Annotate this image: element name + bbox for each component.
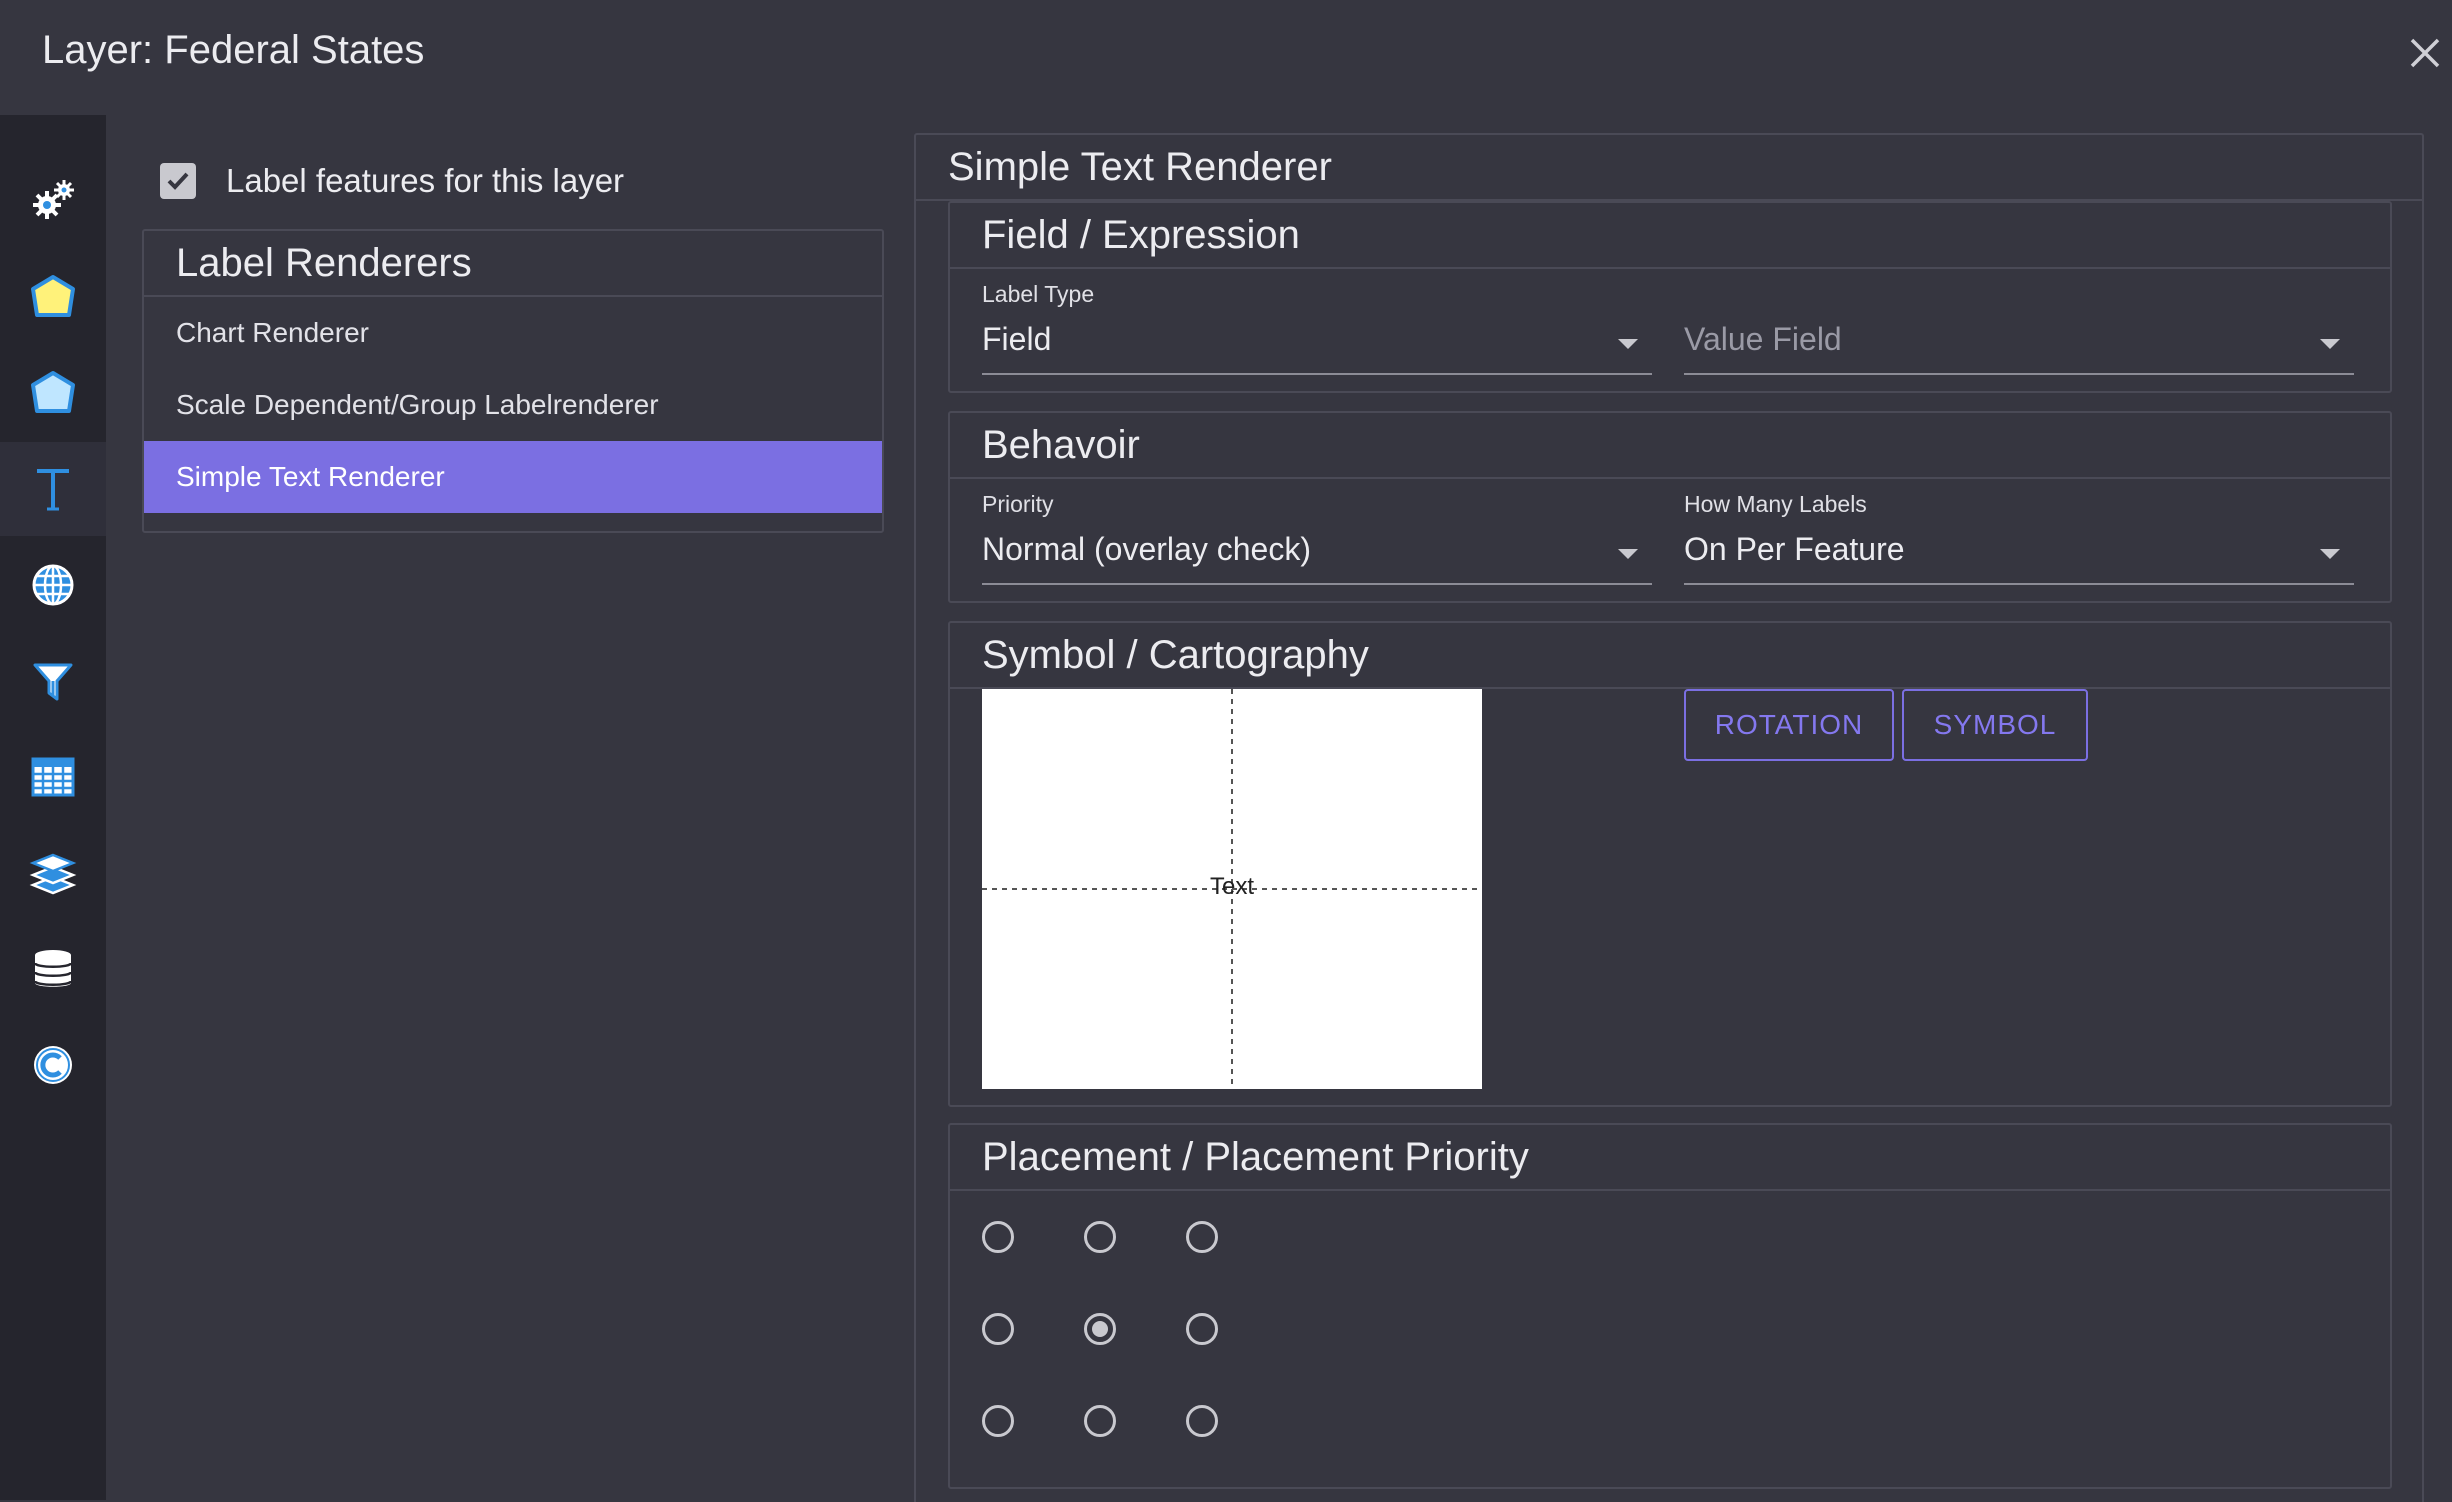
sidebar-item-data-source[interactable] xyxy=(0,922,106,1016)
value-field-select[interactable]: Value Field xyxy=(1684,269,2354,375)
sidebar-item-table[interactable] xyxy=(0,730,106,824)
renderer-item-scale-dependent[interactable]: Scale Dependent/Group Labelrenderer xyxy=(144,369,882,441)
field-underline xyxy=(1684,583,2354,585)
polygon-blue-icon xyxy=(31,371,75,413)
close-button[interactable] xyxy=(2398,26,2452,80)
behavior-section: Behavoir Priority Normal (overlay check)… xyxy=(948,411,2392,603)
preview-text: Text xyxy=(1209,873,1254,900)
gears-icon xyxy=(33,180,74,219)
rotation-button[interactable]: ROTATION xyxy=(1684,689,1894,761)
placement-radio-middle-center[interactable] xyxy=(1084,1313,1116,1345)
table-icon xyxy=(31,757,75,797)
database-icon xyxy=(33,950,73,987)
sidebar-item-copyright[interactable] xyxy=(0,1018,106,1112)
sidebar-item-labels[interactable] xyxy=(0,442,106,536)
behavior-title: Behavoir xyxy=(950,413,2390,479)
field-underline xyxy=(1684,373,2354,375)
field-expression-section: Field / Expression Label Type Field Valu… xyxy=(948,201,2392,393)
label-type-select[interactable]: Label Type Field xyxy=(982,269,1652,375)
simple-text-renderer-panel: Simple Text Renderer Field / Expression … xyxy=(914,133,2424,1502)
sidebar xyxy=(0,115,106,1500)
checkmark-icon xyxy=(167,172,189,190)
title-bar: Layer: Federal States xyxy=(0,0,2452,115)
priority-select[interactable]: Priority Normal (overlay check) xyxy=(982,479,1652,585)
value-field-placeholder: Value Field xyxy=(1684,321,1842,357)
dropdown-arrow-icon xyxy=(2320,549,2340,559)
sidebar-item-filter[interactable] xyxy=(0,634,106,728)
sidebar-item-symbology[interactable] xyxy=(0,250,106,344)
renderer-item-simple-text[interactable]: Simple Text Renderer xyxy=(144,441,882,513)
how-many-labels-select[interactable]: How Many Labels On Per Feature xyxy=(1684,479,2354,585)
priority-value: Normal (overlay check) xyxy=(982,531,1311,567)
field-underline xyxy=(982,373,1652,375)
field-underline xyxy=(982,583,1652,585)
copyright-icon xyxy=(34,1046,72,1084)
label-type-value: Field xyxy=(982,321,1052,357)
label-type-label: Label Type xyxy=(982,281,1095,307)
sidebar-item-layers[interactable] xyxy=(0,826,106,920)
how-many-labels-value: On Per Feature xyxy=(1684,531,1905,567)
dropdown-arrow-icon xyxy=(1618,549,1638,559)
field-expression-title: Field / Expression xyxy=(950,203,2390,269)
placement-radio-middle-left[interactable] xyxy=(982,1313,1014,1345)
renderer-item-chart[interactable]: Chart Renderer xyxy=(144,297,882,369)
symbol-preview: Text xyxy=(982,689,1482,1089)
polygon-yellow-icon xyxy=(31,275,75,317)
symbol-cartography-title: Symbol / Cartography xyxy=(950,623,2390,689)
label-features-checkbox[interactable]: Label features for this layer xyxy=(160,160,624,202)
label-features-label: Label features for this layer xyxy=(226,162,625,199)
placement-radio-bottom-left[interactable] xyxy=(982,1405,1014,1437)
renderer-title: Simple Text Renderer xyxy=(916,135,2422,201)
filter-icon xyxy=(33,663,73,701)
sidebar-item-selection[interactable] xyxy=(0,346,106,440)
placement-radio-bottom-right[interactable] xyxy=(1186,1405,1218,1437)
symbol-cartography-section: Symbol / Cartography Text ROTATION SYMBO… xyxy=(948,621,2392,1107)
how-many-labels-label: How Many Labels xyxy=(1684,491,1867,517)
symbol-button[interactable]: SYMBOL xyxy=(1902,689,2088,761)
sidebar-item-projection[interactable] xyxy=(0,538,106,632)
close-icon xyxy=(2410,38,2440,68)
placement-radio-top-left[interactable] xyxy=(982,1221,1014,1253)
window-title: Layer: Federal States xyxy=(42,28,425,72)
placement-title: Placement / Placement Priority xyxy=(950,1125,2390,1191)
placement-section: Placement / Placement Priority xyxy=(948,1123,2392,1489)
label-renderers-panel: Label Renderers Chart Renderer Scale Dep… xyxy=(142,229,884,533)
placement-radio-middle-right[interactable] xyxy=(1186,1313,1218,1345)
globe-icon xyxy=(32,564,74,606)
sidebar-item-general[interactable] xyxy=(0,154,106,248)
placement-radio-top-center[interactable] xyxy=(1084,1221,1116,1253)
checkbox-box[interactable] xyxy=(160,163,196,199)
label-renderers-title: Label Renderers xyxy=(144,231,882,297)
placement-radio-bottom-center[interactable] xyxy=(1084,1405,1116,1437)
text-t-icon xyxy=(37,469,69,511)
layers-icon xyxy=(29,853,77,895)
priority-label: Priority xyxy=(982,491,1054,517)
dropdown-arrow-icon xyxy=(1618,339,1638,349)
placement-radio-top-right[interactable] xyxy=(1186,1221,1218,1253)
dropdown-arrow-icon xyxy=(2320,339,2340,349)
